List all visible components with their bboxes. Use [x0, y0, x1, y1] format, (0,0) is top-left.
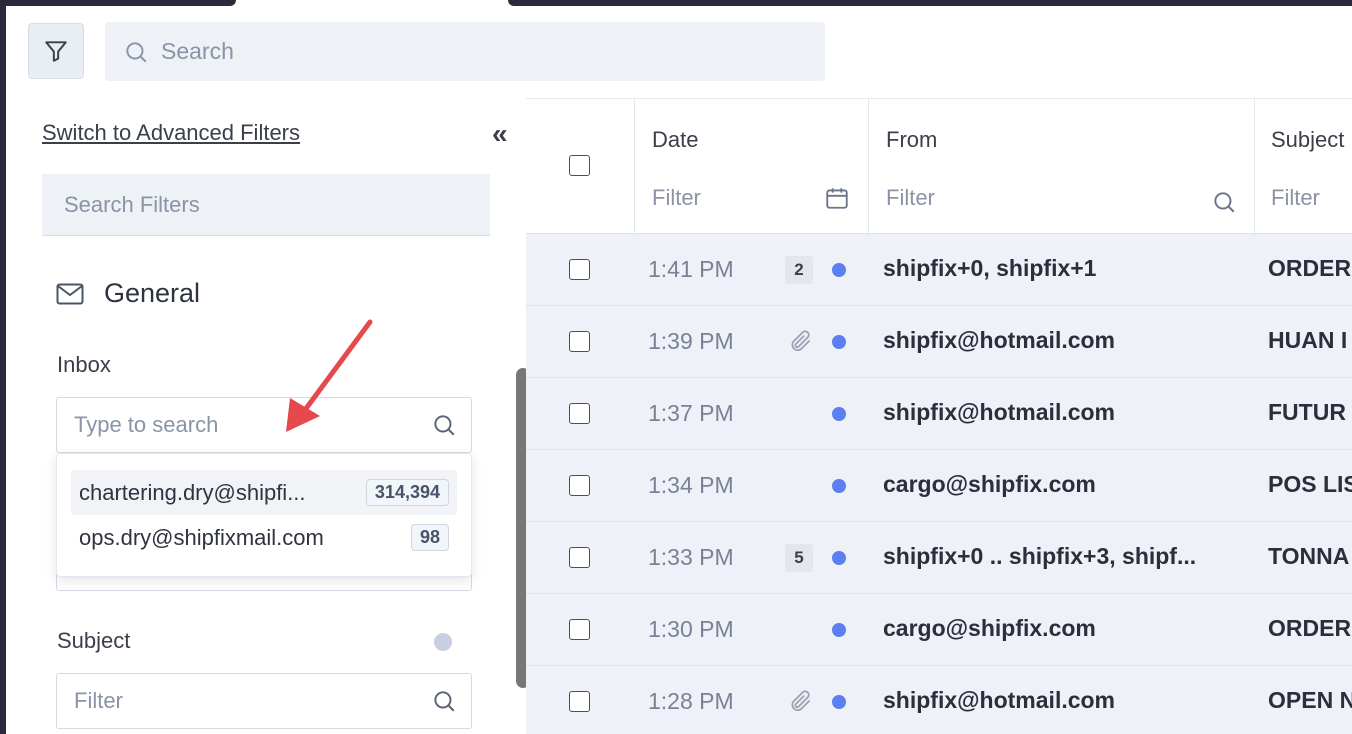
row-from: shipfix@hotmail.com: [883, 399, 1116, 425]
subject-column-header: Subject: [1254, 99, 1352, 235]
search-icon: [126, 41, 147, 62]
table-row[interactable]: 1:41 PM 2 shipfix+0, shipfix+1 ORDER: [526, 234, 1352, 306]
row-subject: ORDER: [1268, 255, 1352, 281]
search-icon: [434, 691, 455, 712]
section-title: General: [104, 278, 201, 308]
row-from: cargo@shipfix.com: [883, 615, 1096, 641]
filter-toggle-button[interactable]: [28, 23, 84, 79]
search-filters-input[interactable]: [64, 191, 464, 218]
thread-count-badge: 2: [785, 256, 813, 284]
calendar-icon[interactable]: [824, 185, 850, 211]
row-subject: POS LIS: [1268, 471, 1352, 497]
row-subject: TONNA: [1268, 543, 1350, 569]
row-checkbox[interactable]: [569, 403, 590, 424]
unread-dot: [832, 479, 846, 493]
collapse-sidebar-button[interactable]: «: [492, 118, 508, 150]
row-time: 1:28 PM: [648, 688, 734, 714]
subject-filter-field: [56, 673, 472, 729]
subject-column-filter-input[interactable]: [1271, 185, 1351, 211]
thread-count-badge: 5: [785, 544, 813, 572]
row-time: 1:33 PM: [648, 544, 734, 570]
column-title: Subject: [1271, 127, 1345, 152]
mail-icon: [56, 283, 84, 304]
search-icon: [434, 415, 455, 436]
row-time: 1:39 PM: [648, 328, 734, 354]
search-filters-field: [42, 174, 490, 236]
row-subject: FUTUR: [1268, 399, 1346, 425]
date-filter-input[interactable]: [652, 185, 802, 211]
inbox-option[interactable]: ops.dry@shipfixmail.com 98: [71, 515, 457, 560]
inbox-search-field: [56, 397, 472, 453]
inbox-option[interactable]: chartering.dry@shipfi... 314,394: [71, 470, 457, 515]
table-header: Date From Subject: [526, 98, 1352, 235]
switch-advanced-filters-link[interactable]: Switch to Advanced Filters: [42, 120, 300, 146]
from-filter-input[interactable]: [886, 185, 1186, 211]
inbox-option-count: 314,394: [365, 479, 449, 506]
inbox-option-count: 98: [410, 524, 449, 551]
row-from: shipfix+0 .. shipfix+3, shipf...: [883, 543, 1197, 569]
subject-filter-label: Subject: [57, 628, 131, 653]
table-row[interactable]: 1:28 PM shipfix@hotmail.com OPEN N: [526, 666, 1352, 734]
unread-dot: [832, 263, 846, 277]
row-from: shipfix+0, shipfix+1: [883, 255, 1097, 281]
column-title: From: [886, 127, 938, 152]
unread-dot: [832, 695, 846, 709]
funnel-icon: [45, 41, 67, 62]
subject-filter-input[interactable]: [74, 688, 414, 714]
paperclip-icon: [791, 330, 811, 352]
general-section-header[interactable]: General: [56, 278, 200, 309]
search-icon: [1214, 192, 1235, 213]
row-subject: HUAN I: [1268, 327, 1348, 353]
row-checkbox[interactable]: [569, 619, 590, 640]
filters-sidebar: Switch to Advanced Filters « General Inb…: [6, 90, 530, 734]
row-subject: ORDER: [1268, 615, 1352, 641]
table-row[interactable]: 1:39 PM shipfix@hotmail.com HUAN I: [526, 306, 1352, 378]
row-subject: OPEN N: [1268, 687, 1352, 713]
inbox-filter-label: Inbox: [57, 352, 111, 377]
inbox-option-email: ops.dry@shipfixmail.com: [79, 524, 324, 550]
from-column-header: From: [868, 99, 1254, 235]
unread-dot: [832, 335, 846, 349]
window-top-bar: [0, 0, 236, 6]
row-checkbox[interactable]: [569, 475, 590, 496]
column-title: Date: [652, 127, 699, 152]
window-top-bar: [508, 0, 1352, 6]
select-all-checkbox[interactable]: [569, 155, 590, 176]
row-checkbox[interactable]: [569, 547, 590, 568]
subject-status-dot: [434, 633, 452, 651]
annotation-arrow-icon: [286, 319, 373, 432]
row-checkbox[interactable]: [569, 691, 590, 712]
row-checkbox[interactable]: [569, 259, 590, 280]
unread-dot: [832, 623, 846, 637]
global-search: [105, 22, 825, 81]
row-time: 1:37 PM: [648, 400, 734, 426]
table-row[interactable]: 1:30 PM cargo@shipfix.com ORDER: [526, 594, 1352, 666]
email-table: Date From Subject 1:41 PM 2 shipfix+0, s…: [526, 98, 1352, 734]
global-search-input[interactable]: [161, 38, 761, 65]
row-checkbox[interactable]: [569, 331, 590, 352]
row-time: 1:41 PM: [648, 256, 734, 282]
row-time: 1:30 PM: [648, 616, 734, 642]
row-time: 1:34 PM: [648, 472, 734, 498]
date-column-header: Date: [634, 99, 868, 235]
row-from: shipfix@hotmail.com: [883, 687, 1116, 713]
table-row[interactable]: 1:34 PM cargo@shipfix.com POS LIS: [526, 450, 1352, 522]
inbox-dropdown: chartering.dry@shipfi... 314,394 ops.dry…: [56, 453, 472, 577]
paperclip-icon: [791, 690, 811, 712]
inbox-option-email: chartering.dry@shipfi...: [79, 479, 306, 505]
row-from: shipfix@hotmail.com: [883, 327, 1116, 353]
row-from: cargo@shipfix.com: [883, 471, 1096, 497]
table-row[interactable]: 1:37 PM shipfix@hotmail.com FUTUR: [526, 378, 1352, 450]
unread-dot: [832, 551, 846, 565]
unread-dot: [832, 407, 846, 421]
table-row[interactable]: 1:33 PM 5 shipfix+0 .. shipfix+3, shipf.…: [526, 522, 1352, 594]
